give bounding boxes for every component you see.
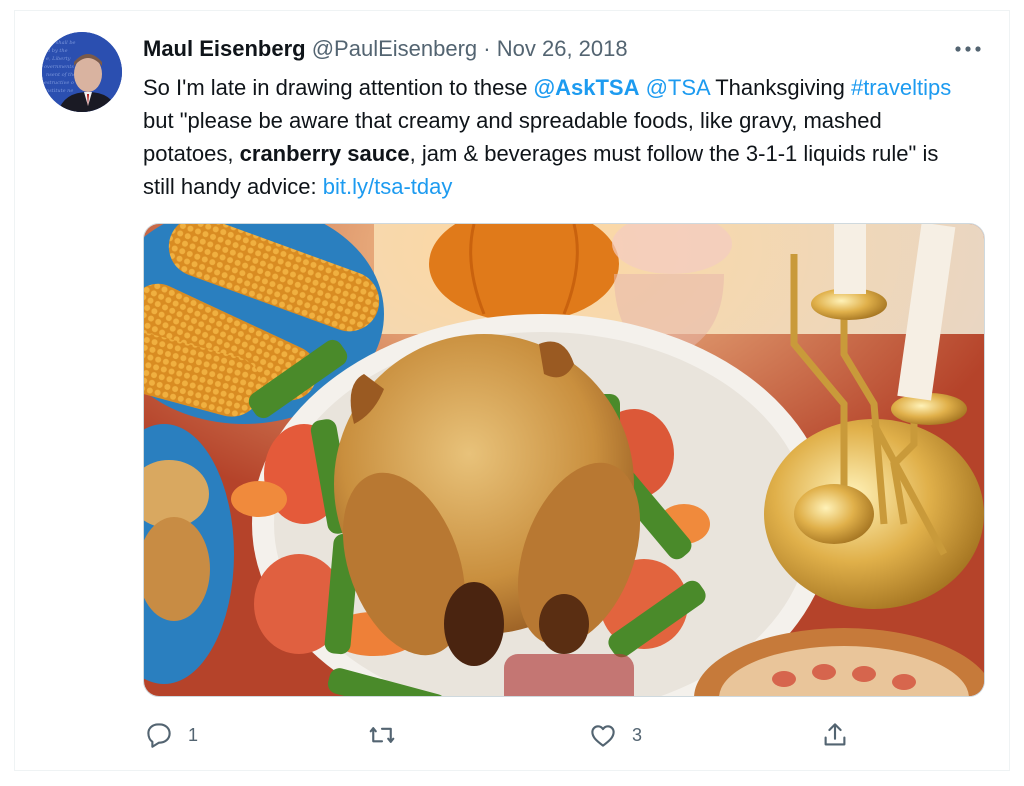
retweet-icon (369, 727, 395, 743)
reply-icon (147, 723, 171, 748)
more-options-button[interactable] (950, 36, 986, 62)
svg-text:overnments: overnments (44, 64, 74, 70)
avatar-photo: hat shall be ed by the e, Liberty overnm… (42, 32, 122, 112)
bold-text: cranberry sauce (239, 141, 410, 166)
tweet-photo[interactable] (143, 223, 985, 697)
header-separator: · (483, 36, 491, 61)
text-part: Thanksgiving (709, 75, 851, 100)
external-link[interactable]: bit.ly/tsa-tday (323, 174, 453, 199)
heart-icon (591, 725, 615, 747)
tweet-text: So I'm late in drawing attention to thes… (143, 71, 973, 203)
svg-text:e, Liberty: e, Liberty (46, 56, 71, 62)
svg-text:nstitute ne: nstitute ne (46, 88, 73, 94)
mention-asktsa[interactable]: @AskTSA (534, 75, 640, 100)
share-button[interactable] (820, 718, 850, 752)
svg-text:estructive o: estructive o (44, 80, 74, 86)
mention-tsa[interactable]: @TSA (646, 75, 710, 100)
thanksgiving-table-image (144, 224, 984, 696)
author-name[interactable]: Maul Eisenberg (143, 36, 306, 61)
reply-count: 1 (188, 724, 199, 745)
reply-button[interactable]: 1 (144, 718, 198, 752)
svg-text:nsent of the: nsent of the (46, 72, 76, 78)
retweet-button[interactable] (366, 718, 412, 752)
like-button[interactable]: 3 (588, 718, 642, 752)
avatar[interactable]: hat shall be ed by the e, Liberty overnm… (42, 32, 122, 112)
author-handle[interactable]: @PaulEisenberg (312, 36, 477, 61)
divider (14, 770, 1010, 771)
tweet-date[interactable]: Nov 26, 2018 (497, 36, 628, 61)
more-horizontal-icon (955, 46, 981, 52)
like-count: 3 (632, 724, 643, 745)
text-part: So I'm late in drawing attention to thes… (143, 75, 534, 100)
share-icon (824, 723, 846, 746)
hashtag-traveltips[interactable]: #traveltips (851, 75, 951, 100)
tweet-header: Maul Eisenberg @PaulEisenberg · Nov 26, … (143, 34, 628, 64)
